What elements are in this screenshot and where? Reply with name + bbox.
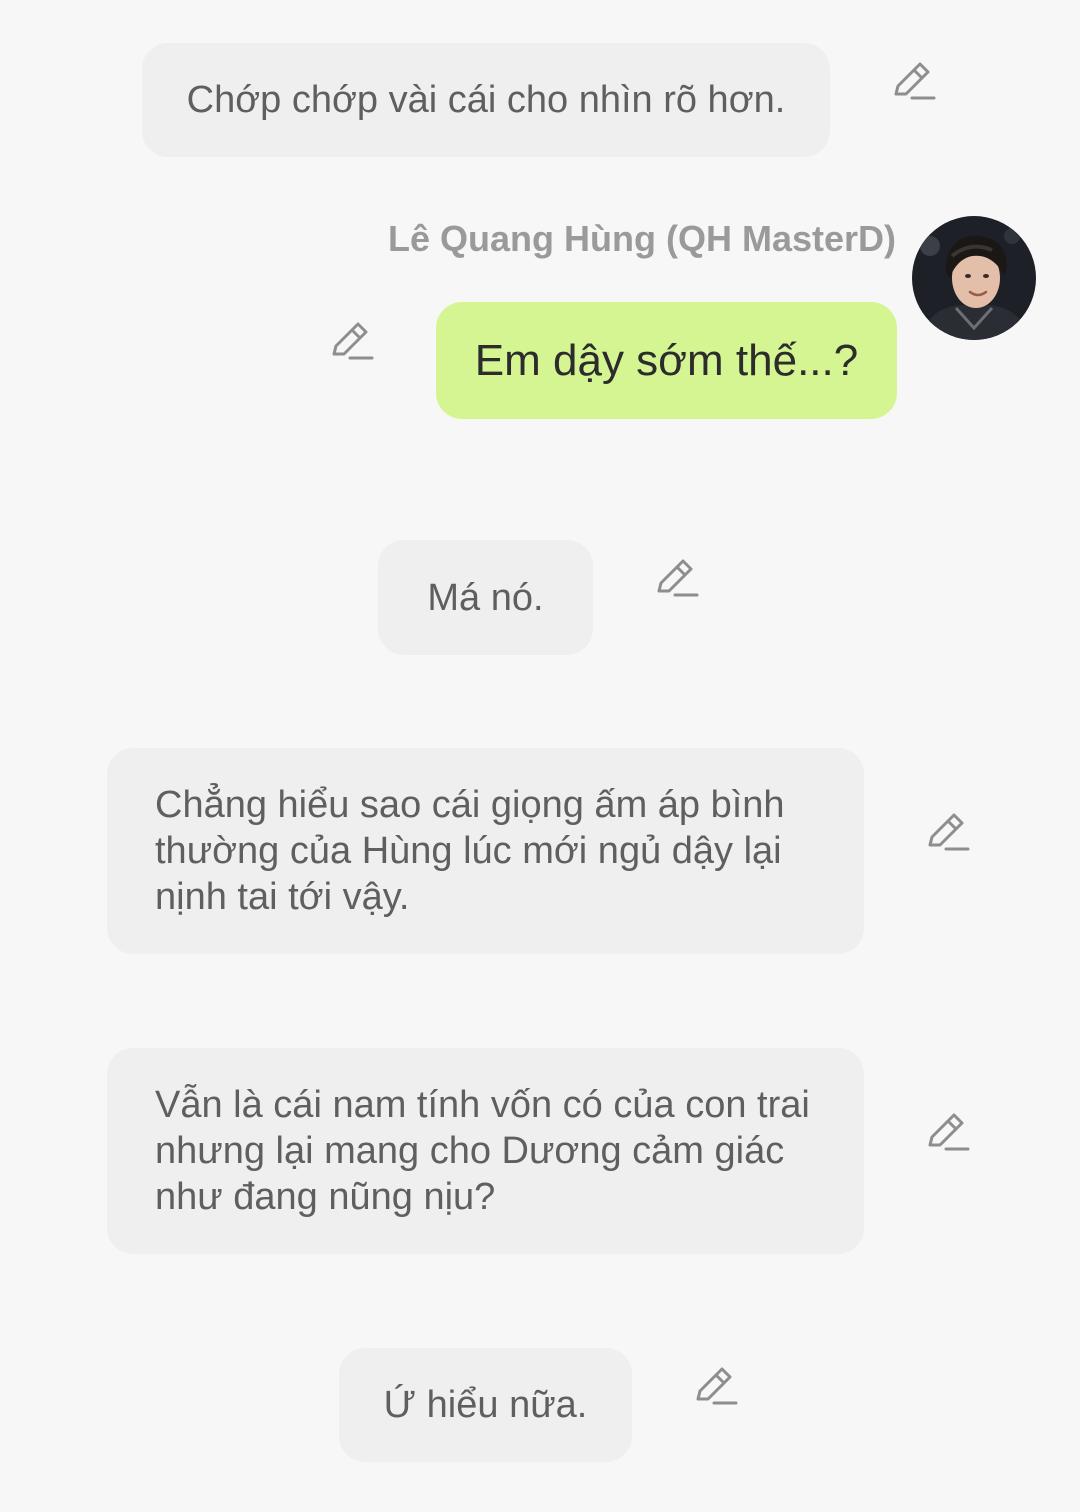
speech-text: Em dậy sớm thế...?: [474, 335, 859, 385]
narration-text: Ứ hiểu nữa.: [383, 1384, 588, 1426]
edit-icon[interactable]: [330, 320, 374, 364]
narration-text: Má nó.: [427, 576, 544, 619]
narration-bubble[interactable]: Vẫn là cái nam tính vốn có của con trai …: [107, 1048, 864, 1254]
avatar[interactable]: [912, 216, 1036, 340]
narration-bubble[interactable]: Chớp chớp vài cái cho nhìn rõ hơn.: [142, 43, 830, 157]
narration-bubble[interactable]: Chẳng hiểu sao cái giọng ấm áp bình thườ…: [107, 748, 864, 954]
avatar-image: [912, 216, 1036, 340]
narration-bubble[interactable]: Má nó.: [378, 540, 593, 655]
narration-text: Chớp chớp vài cái cho nhìn rõ hơn.: [186, 79, 786, 121]
narration-text: Vẫn là cái nam tính vốn có của con trai …: [155, 1084, 810, 1218]
edit-icon[interactable]: [892, 60, 936, 104]
narration-bubble[interactable]: Ứ hiểu nữa.: [339, 1348, 632, 1462]
edit-icon[interactable]: [694, 1365, 738, 1409]
narration-text: Chẳng hiểu sao cái giọng ấm áp bình thườ…: [155, 784, 785, 918]
edit-icon[interactable]: [926, 1111, 970, 1155]
sender-name: Lê Quang Hùng (QH MasterD): [387, 218, 896, 259]
edit-icon[interactable]: [926, 811, 970, 855]
speech-bubble[interactable]: Em dậy sớm thế...?: [436, 302, 897, 419]
edit-icon[interactable]: [655, 557, 699, 601]
